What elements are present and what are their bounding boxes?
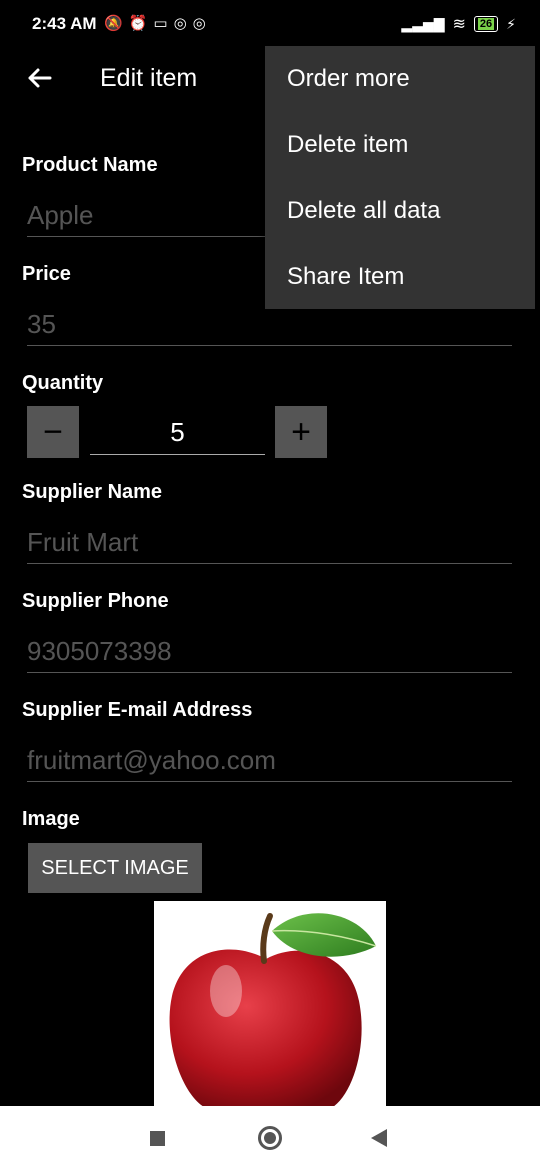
alarm-icon: ⏰ — [128, 15, 148, 32]
back-arrow-icon[interactable] — [24, 62, 56, 94]
status-bar: 2:43 AM 🔕 ⏰ ▭ ◎ ◎ ▂▃▅▇ ≋ 26 ⚡ — [0, 0, 540, 48]
supplier-phone-label: Supplier Phone — [22, 590, 169, 612]
product-image — [154, 901, 386, 1106]
system-nav-bar — [0, 1106, 540, 1170]
image-label: Image — [22, 808, 80, 830]
charging-icon: ⚡ — [506, 15, 516, 32]
product-name-label: Product Name — [22, 154, 158, 176]
decrement-button[interactable]: − — [27, 406, 79, 458]
page-title: Edit item — [100, 64, 198, 92]
menu-item-order-more[interactable]: Order more — [265, 46, 535, 112]
menu-item-share-item[interactable]: Share Item — [265, 244, 535, 310]
supplier-phone-input[interactable]: 9305073398 — [27, 630, 512, 673]
status-time: 2:43 AM — [32, 14, 97, 33]
notification-icon: ◎ — [173, 15, 187, 32]
battery-level: 26 — [477, 18, 495, 30]
signal-icon: ▂▃▅▇ — [401, 15, 445, 32]
wifi-icon: ≋ — [452, 16, 466, 33]
increment-button[interactable]: + — [275, 406, 327, 458]
recents-icon[interactable] — [150, 1131, 165, 1146]
menu-item-delete-all-data[interactable]: Delete all data — [265, 178, 535, 244]
overflow-menu: Order more Delete item Delete all data S… — [265, 46, 535, 309]
mute-alarm-icon: 🔕 — [104, 15, 123, 32]
supplier-email-label: Supplier E-mail Address — [22, 699, 253, 721]
nav-back-icon[interactable] — [371, 1129, 387, 1147]
quantity-label: Quantity — [22, 372, 104, 394]
supplier-name-label: Supplier Name — [22, 481, 163, 503]
select-image-button[interactable]: SELECT IMAGE — [28, 843, 202, 893]
laptop-icon: ▭ — [153, 15, 168, 32]
supplier-email-input[interactable]: fruitmart@yahoo.com — [27, 739, 512, 782]
apple-image — [169, 913, 377, 1106]
price-label: Price — [22, 263, 71, 285]
notification-icon-2: ◎ — [192, 15, 206, 32]
battery-icon: 26 — [473, 16, 499, 32]
menu-item-delete-item[interactable]: Delete item — [265, 112, 535, 178]
home-icon[interactable] — [258, 1126, 282, 1150]
quantity-input[interactable]: 5 — [90, 410, 265, 455]
supplier-name-input[interactable]: Fruit Mart — [27, 521, 512, 564]
